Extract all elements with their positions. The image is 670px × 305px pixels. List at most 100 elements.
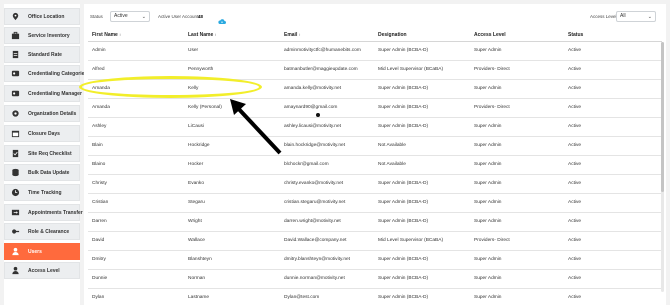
- sidebar-item-credentialing-manager[interactable]: Credentialing Manager: [4, 85, 82, 102]
- table-row[interactable]: Cristian Stegaru cristian.stegaru@motivity…: [88, 194, 662, 213]
- cell-last-name: Blanshteyn: [188, 257, 212, 262]
- cell-designation: Not Available: [378, 143, 406, 148]
- cell-last-name: Pennyworth: [188, 67, 214, 72]
- active-accounts-count: 48: [198, 14, 204, 19]
- gear-icon: [11, 109, 20, 118]
- column-header-email[interactable]: Email ↕: [284, 32, 300, 38]
- sidebar-item-role-clearance[interactable]: Role & Clearance: [4, 223, 80, 240]
- sidebar-item-label: Office Location: [28, 13, 65, 20]
- cell-last-name: LiCausi: [188, 124, 204, 129]
- table-row[interactable]: Blaino Hocker blchockr@gmail.com Not Availa…: [88, 156, 662, 175]
- column-header-last-name[interactable]: Last Name ↕: [188, 32, 216, 38]
- table-row[interactable]: Dunnie Norman dunnie.norman@motivity.net Su…: [88, 270, 662, 289]
- access-level-filter-label: Access Level: [590, 14, 617, 19]
- cell-access-level: Super Admin: [474, 219, 502, 224]
- cell-first-name: Christy: [92, 181, 107, 186]
- cell-designation: Super Admin (BCBA-D): [378, 105, 429, 110]
- cloud-download-icon[interactable]: [218, 12, 226, 24]
- sort-icon[interactable]: ↕: [213, 32, 216, 37]
- table-row[interactable]: Dylan Lastname Dylan@test.com Super Admin (…: [88, 289, 662, 305]
- table-row[interactable]: Dmitry Blanshteyn dmitry.blanshteyn@motivi…: [88, 251, 662, 270]
- cell-email: darren.wright@motivity.net: [284, 219, 341, 224]
- cell-designation: Super Admin (BCBA-D): [378, 219, 429, 224]
- sidebar-item-office-location[interactable]: Office Location: [4, 8, 80, 25]
- column-header-first-name[interactable]: First Name ↕: [92, 32, 121, 38]
- transfer-icon: [11, 208, 20, 217]
- sidebar-item-organization-details[interactable]: Organization Details: [4, 105, 80, 122]
- cell-first-name: David: [92, 238, 105, 243]
- cell-last-name: Stegaru: [188, 200, 205, 205]
- table-row[interactable]: Darren Wright darren.wright@motivity.net Su…: [88, 213, 662, 232]
- sidebar-item-site-req-checklist[interactable]: Site Req Checklist: [4, 145, 80, 162]
- cell-access-level: Super Admin: [474, 295, 502, 300]
- cell-email: adminmotivityctfc@humanebits.com: [284, 48, 361, 53]
- cell-access-level: Super Admin: [474, 86, 502, 91]
- cell-status: Active: [568, 295, 582, 300]
- clock-icon: [11, 188, 20, 197]
- cell-access-level: Providers- Direct: [474, 238, 510, 243]
- scrollbar-thumb[interactable]: [661, 42, 664, 192]
- table-row[interactable]: Christy Evanko christy.evanko@motivity.net…: [88, 175, 662, 194]
- table-row[interactable]: Admin User adminmotivityctfc@humanebits.co…: [88, 42, 662, 61]
- sidebar-item-time-tracking[interactable]: Time Tracking: [4, 184, 80, 201]
- status-filter-label: Status: [90, 14, 103, 19]
- table-row[interactable]: Amanda Kelly (Personal) amaynard90@gmail.c…: [88, 99, 662, 118]
- sidebar-item-standard-rate[interactable]: Standard Rate: [4, 46, 80, 63]
- table-row[interactable]: David Wallace David.Wallace@company.net Mid…: [88, 232, 662, 251]
- cell-email: dunnie.norman@motivity.net: [284, 276, 345, 281]
- column-header-status[interactable]: Status: [568, 32, 583, 38]
- cell-first-name: Darren: [92, 219, 107, 224]
- filter-bar: Status Active ⌄ Active User Accounts: 48…: [84, 4, 666, 26]
- sidebar-item-label: Service Inventory: [28, 32, 70, 39]
- sidebar-item-access-level[interactable]: Access Level: [4, 262, 80, 279]
- chevron-down-icon: ⌄: [647, 14, 652, 20]
- cell-email: ashley.licausi@motivity.net: [284, 124, 341, 129]
- table-header: First Name ↕ Last Name ↕ Email ↕ Designa…: [88, 28, 662, 42]
- cell-access-level: Super Admin: [474, 48, 502, 53]
- cell-email: batmanbutler@maggieupdate.com: [284, 67, 358, 72]
- sidebar-item-users[interactable]: Users: [4, 243, 80, 260]
- cell-access-level: Super Admin: [474, 124, 502, 129]
- sidebar-item-label: Closure Days: [28, 130, 60, 137]
- cell-status: Active: [568, 48, 582, 53]
- database-icon: [11, 168, 20, 177]
- sidebar-item-label: Access Level: [28, 267, 60, 274]
- cell-email: Dylan@test.com: [284, 295, 320, 300]
- cell-last-name: Evanko: [188, 181, 204, 186]
- column-header-designation[interactable]: Designation: [378, 32, 407, 38]
- cell-first-name: Dylan: [92, 295, 105, 300]
- location-pin-icon: [11, 12, 20, 21]
- cell-last-name: Wallace: [188, 238, 205, 243]
- sort-icon[interactable]: ↕: [118, 32, 121, 37]
- sidebar-item-bulk-data-update[interactable]: Bulk Data Update: [4, 164, 80, 181]
- table-row[interactable]: Ashley LiCausi ashley.licausi@motivity.net…: [88, 118, 662, 137]
- cell-access-level: Providers- Direct: [474, 105, 510, 110]
- cell-last-name: Norman: [188, 276, 206, 281]
- sidebar-item-appointments-transfer[interactable]: Appointments Transfer: [4, 204, 83, 221]
- vertical-scrollbar[interactable]: [661, 42, 664, 292]
- access-level-select-value: All: [620, 13, 626, 19]
- cell-last-name: User: [188, 48, 199, 53]
- sidebar-item-label: Site Req Checklist: [28, 150, 72, 157]
- active-accounts-label: Active User Accounts:: [158, 14, 202, 19]
- badge-icon: [11, 69, 20, 78]
- status-select[interactable]: Active ⌄: [110, 11, 150, 22]
- key-icon: [11, 227, 20, 236]
- sidebar-item-credentialing-categories[interactable]: Credentialing Categories: [4, 65, 87, 82]
- table-row[interactable]: Blain Hockridge blain.hockridge@motivity.n…: [88, 137, 662, 156]
- cell-email: David.Wallace@company.net: [284, 238, 347, 243]
- cell-first-name: Dunnie: [92, 276, 108, 281]
- annotation-arrow: [230, 99, 282, 155]
- cell-status: Active: [568, 143, 582, 148]
- column-header-access-level[interactable]: Access Level: [474, 32, 506, 38]
- cell-last-name: Hockridge: [188, 143, 210, 148]
- status-select-value: Active: [114, 13, 128, 19]
- access-level-select[interactable]: All ⌄: [616, 11, 656, 22]
- cursor-dot: [316, 113, 320, 117]
- document-icon: [11, 50, 20, 59]
- sort-icon[interactable]: ↕: [297, 32, 300, 37]
- sidebar-item-closure-days[interactable]: Closure Days: [4, 125, 80, 142]
- cell-access-level: Super Admin: [474, 200, 502, 205]
- sidebar-item-service-inventory[interactable]: Service Inventory: [4, 27, 80, 44]
- cell-first-name: Amanda: [92, 105, 110, 110]
